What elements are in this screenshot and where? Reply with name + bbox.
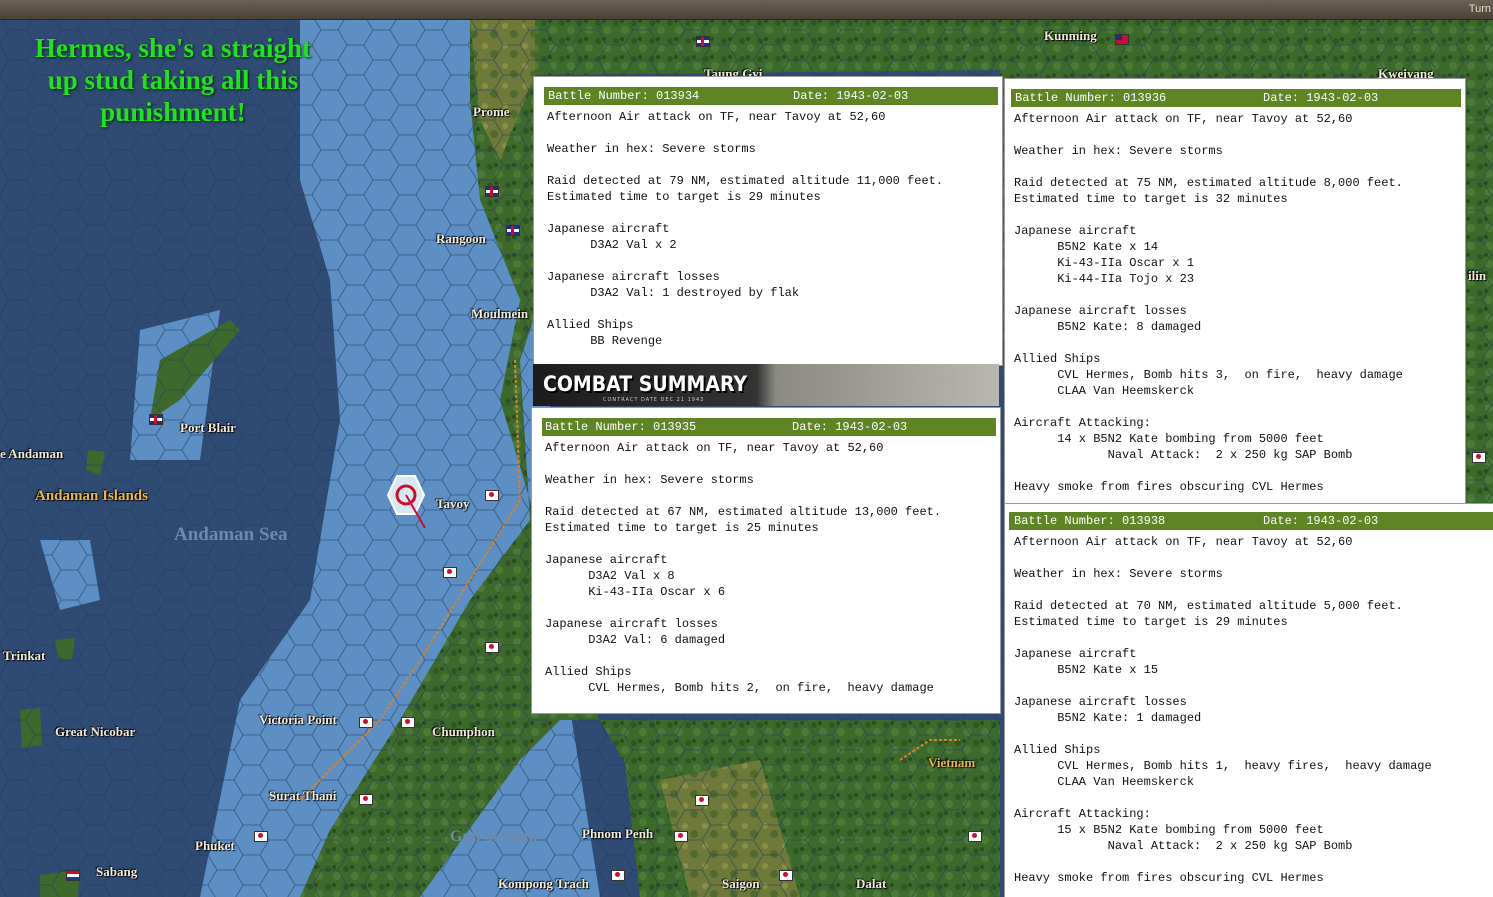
japan-base-flag[interactable]: [485, 642, 499, 653]
place-saigon[interactable]: Saigon: [722, 876, 760, 892]
battle-date: Date: 1943-02-03: [792, 420, 908, 434]
japan-base-flag[interactable]: [611, 870, 625, 881]
japan-base-flag[interactable]: [695, 795, 709, 806]
battle-report-header: Battle Number: 013936 Date: 1943-02-03: [1011, 89, 1461, 107]
place-port-blair[interactable]: Port Blair: [180, 420, 236, 436]
place-surat-thani[interactable]: Surat Thani: [269, 788, 336, 804]
place-great-nicobar[interactable]: Great Nicobar: [55, 724, 135, 740]
battle-number: Battle Number: 013935: [545, 420, 697, 434]
japan-base-flag[interactable]: [674, 831, 688, 842]
combat-summary-subtitle: CONTRACT DATE DEC 21 1943: [603, 397, 705, 403]
place-sabang[interactable]: Sabang: [96, 864, 137, 880]
place-dalat[interactable]: Dalat: [856, 876, 886, 892]
japan-base-flag[interactable]: [401, 717, 415, 728]
battle-report-text: Afternoon Air attack on TF, near Tavoy a…: [1014, 112, 1403, 494]
uk-base-flag[interactable]: [506, 225, 520, 236]
place-partial[interactable]: ilin: [1468, 268, 1486, 284]
battle-report-header: Battle Number: 013934 Date: 1943-02-03: [544, 87, 998, 105]
sea-andaman-sea: Andaman Sea: [174, 524, 288, 545]
place-victoria-point[interactable]: Victoria Point: [259, 712, 337, 728]
place-chumphon[interactable]: Chumphon: [432, 724, 495, 740]
japan-base-flag[interactable]: [359, 794, 373, 805]
battle-report-header: Battle Number: 013938 Date: 1943-02-03: [1009, 512, 1493, 530]
battle-report-text: Afternoon Air attack on TF, near Tavoy a…: [545, 441, 942, 695]
uk-base-flag[interactable]: [485, 186, 499, 197]
japan-base-flag[interactable]: [1472, 452, 1486, 463]
place-phuket[interactable]: Phuket: [195, 838, 235, 854]
combat-summary-banner: COMBAT SUMMARY CONTRACT DATE DEC 21 1943: [533, 364, 999, 406]
sea-gulf-of-siam: Gulf of Siam: [450, 828, 538, 845]
top-bar: Turn: [0, 0, 1493, 20]
place-rangoon[interactable]: Rangoon: [436, 231, 486, 247]
battle-report-013934[interactable]: Battle Number: 013934 Date: 1943-02-03 A…: [533, 76, 1003, 366]
battle-report-013935[interactable]: Battle Number: 013935 Date: 1943-02-03 A…: [531, 407, 1001, 714]
battle-date: Date: 1943-02-03: [1263, 514, 1379, 528]
japan-base-flag[interactable]: [254, 831, 268, 842]
uk-base-flag[interactable]: [696, 36, 710, 47]
japan-base-flag[interactable]: [968, 831, 982, 842]
battle-report-text: Afternoon Air attack on TF, near Tavoy a…: [547, 110, 944, 348]
battle-number: Battle Number: 013938: [1014, 514, 1166, 528]
place-phnom-penh[interactable]: Phnom Penh: [582, 826, 653, 842]
battle-number: Battle Number: 013934: [548, 89, 700, 103]
place-kunming[interactable]: Kunming: [1044, 28, 1097, 44]
place-kompong-trach[interactable]: Kompong Trach: [498, 876, 589, 892]
japan-base-flag[interactable]: [359, 717, 373, 728]
combat-summary-title: COMBAT SUMMARY: [543, 372, 748, 396]
battle-date: Date: 1943-02-03: [1263, 91, 1379, 105]
place-moulmein[interactable]: Moulmein: [471, 306, 528, 322]
turn-label: Turn: [1468, 3, 1491, 15]
battle-date: Date: 1943-02-03: [793, 89, 909, 103]
uk-base-flag[interactable]: [149, 414, 163, 425]
japan-base-flag[interactable]: [779, 870, 793, 881]
battle-report-header: Battle Number: 013935 Date: 1943-02-03: [542, 418, 996, 436]
japan-base-flag[interactable]: [485, 490, 499, 501]
dutch-base-flag[interactable]: [66, 870, 80, 881]
battle-report-text: Afternoon Air attack on TF, near Tavoy a…: [1014, 535, 1432, 885]
place-andaman[interactable]: e Andaman: [0, 446, 63, 462]
china-base-flag[interactable]: [1115, 34, 1129, 45]
battle-report-013936[interactable]: Battle Number: 013936 Date: 1943-02-03 A…: [1004, 78, 1466, 504]
japan-base-flag[interactable]: [443, 567, 457, 578]
battle-report-013938[interactable]: Battle Number: 013938 Date: 1943-02-03 A…: [1004, 503, 1493, 897]
place-prome[interactable]: Prome: [473, 104, 510, 120]
region-vietnam: Vietnam: [928, 755, 976, 770]
region-andaman-islands: Andaman Islands: [35, 488, 148, 504]
place-tavoy[interactable]: Tavoy: [436, 496, 469, 512]
screenshot-caption: Hermes, she's a straight up stud taking …: [35, 33, 311, 127]
place-trinkat[interactable]: Trinkat: [3, 648, 45, 664]
battle-number: Battle Number: 013936: [1015, 91, 1167, 105]
